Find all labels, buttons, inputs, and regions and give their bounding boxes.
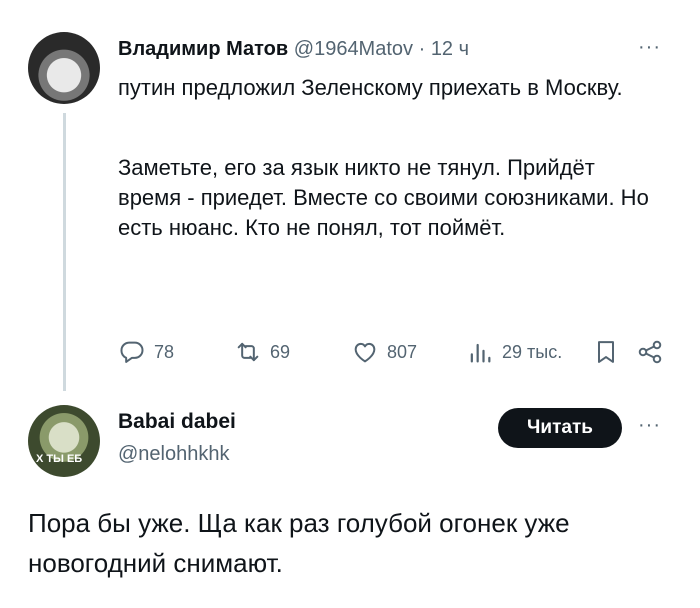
more-options-icon[interactable]: ··· xyxy=(638,36,661,59)
bookmark-button[interactable] xyxy=(592,336,628,368)
retweet-button[interactable]: 69 xyxy=(234,336,290,368)
share-button[interactable] xyxy=(636,336,672,368)
tweet-time[interactable]: 12 ч xyxy=(431,38,469,60)
tweet-actions-bar: 78 69 807 29 тыс. xyxy=(118,336,663,368)
author-name[interactable]: Владимир Матов xyxy=(118,38,288,60)
retweet-icon xyxy=(237,342,259,362)
bookmark-icon xyxy=(598,341,614,363)
like-button[interactable]: 807 xyxy=(351,336,417,368)
reply-author-avatar[interactable]: Х ТЫ ЕБ xyxy=(28,405,100,477)
retweet-count: 69 xyxy=(270,341,291,362)
reply-author-handle[interactable]: @nelohhkhk xyxy=(118,443,229,466)
tweet-text: путин предложил Зеленскому приехать в Мо… xyxy=(118,73,658,243)
like-icon xyxy=(354,342,376,363)
reply-icon xyxy=(120,341,144,363)
tweet-header: Владимир Матов @1964Matov · 12 ч xyxy=(118,36,469,62)
reply-text: Пора бы уже. Ща как раз голубой огонек у… xyxy=(28,508,570,578)
share-icon xyxy=(638,340,662,364)
tweet-paragraph: путин предложил Зеленскому приехать в Мо… xyxy=(118,75,623,100)
separator-dot: · xyxy=(413,38,431,60)
views-button[interactable]: 29 тыс. xyxy=(466,336,562,368)
author-avatar[interactable] xyxy=(28,32,100,104)
tweet-paragraph: Заметьте, его за язык никто не тянул. Пр… xyxy=(118,155,649,240)
author-handle[interactable]: @1964Matov xyxy=(294,38,413,60)
reply-count: 78 xyxy=(154,341,175,362)
views-icon xyxy=(470,343,491,363)
follow-button[interactable]: Читать xyxy=(498,408,622,448)
like-count: 807 xyxy=(387,341,418,362)
views-count: 29 тыс. xyxy=(502,341,563,362)
reply-author-name[interactable]: Babai dabei xyxy=(118,410,236,434)
avatar-caption: Х ТЫ ЕБ xyxy=(36,453,83,465)
more-options-icon[interactable]: ··· xyxy=(638,414,661,437)
thread-connector xyxy=(63,113,66,391)
reply-button[interactable]: 78 xyxy=(118,336,174,368)
